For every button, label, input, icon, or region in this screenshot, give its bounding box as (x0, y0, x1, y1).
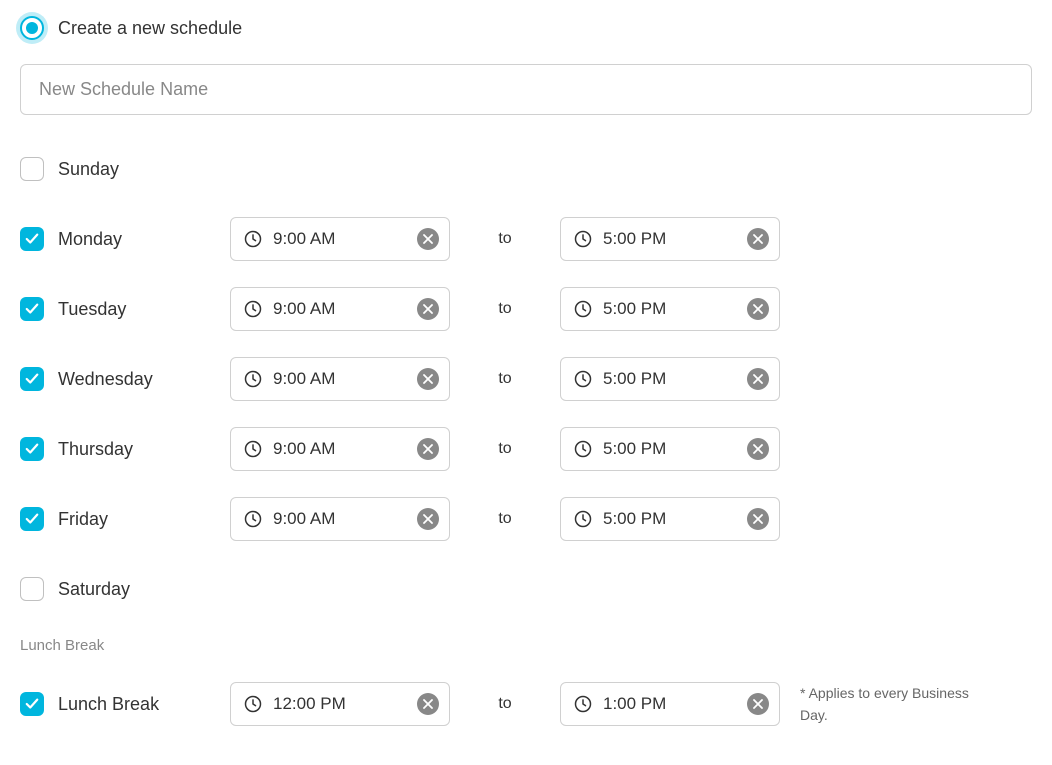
start-time-input-friday[interactable]: 9:00 AM (230, 497, 450, 541)
time-value: 5:00 PM (603, 299, 737, 319)
day-checkbox-sunday[interactable] (20, 157, 44, 181)
day-label: Saturday (58, 579, 130, 600)
lunch-end-time-input[interactable]: 1:00 PM (560, 682, 780, 726)
day-checkbox-saturday[interactable] (20, 577, 44, 601)
day-checkbox-friday[interactable] (20, 507, 44, 531)
day-row: Monday 9:00 AM to 5:00 PM (20, 217, 1032, 261)
day-label: Sunday (58, 159, 119, 180)
close-icon (423, 514, 433, 524)
time-value: 9:00 AM (273, 369, 407, 389)
end-time-input-tuesday[interactable]: 5:00 PM (560, 287, 780, 331)
close-icon (753, 699, 763, 709)
clear-time-button[interactable] (417, 368, 439, 390)
close-icon (753, 374, 763, 384)
time-separator: to (450, 510, 560, 528)
day-row: Wednesday 9:00 AM to 5:00 PM (20, 357, 1032, 401)
time-separator: to (450, 300, 560, 318)
day-checkbox-wednesday[interactable] (20, 367, 44, 391)
create-schedule-label: Create a new schedule (58, 18, 242, 39)
lunch-break-checkbox[interactable] (20, 692, 44, 716)
time-value: 5:00 PM (603, 509, 737, 529)
time-separator: to (450, 230, 560, 248)
clock-icon (243, 369, 263, 389)
close-icon (753, 514, 763, 524)
time-separator: to (450, 695, 560, 713)
day-label: Thursday (58, 439, 133, 460)
clock-icon (573, 229, 593, 249)
close-icon (423, 444, 433, 454)
clock-icon (243, 509, 263, 529)
day-row: Saturday (20, 567, 1032, 611)
clear-time-button[interactable] (747, 368, 769, 390)
start-time-input-tuesday[interactable]: 9:00 AM (230, 287, 450, 331)
close-icon (753, 304, 763, 314)
clock-icon (573, 299, 593, 319)
clear-time-button[interactable] (417, 438, 439, 460)
end-time-input-monday[interactable]: 5:00 PM (560, 217, 780, 261)
clear-time-button[interactable] (747, 298, 769, 320)
clock-icon (573, 439, 593, 459)
time-value: 12:00 PM (273, 694, 407, 714)
lunch-footnote: * Applies to every Business Day. (800, 682, 1000, 727)
day-label: Tuesday (58, 299, 126, 320)
lunch-break-row: Lunch Break 12:00 PM to 1:00 PM * Applie… (20, 682, 1032, 727)
time-value: 5:00 PM (603, 229, 737, 249)
time-value: 9:00 AM (273, 509, 407, 529)
clear-time-button[interactable] (747, 508, 769, 530)
clear-time-button[interactable] (417, 298, 439, 320)
schedule-name-input[interactable] (20, 64, 1032, 115)
lunch-start-time-input[interactable]: 12:00 PM (230, 682, 450, 726)
day-checkbox-tuesday[interactable] (20, 297, 44, 321)
day-checkbox-thursday[interactable] (20, 437, 44, 461)
clock-icon (243, 229, 263, 249)
day-label: Monday (58, 229, 122, 250)
clear-time-button[interactable] (417, 693, 439, 715)
close-icon (753, 234, 763, 244)
time-value: 5:00 PM (603, 369, 737, 389)
time-separator: to (450, 370, 560, 388)
clear-time-button[interactable] (417, 228, 439, 250)
end-time-input-friday[interactable]: 5:00 PM (560, 497, 780, 541)
clear-time-button[interactable] (747, 438, 769, 460)
start-time-input-monday[interactable]: 9:00 AM (230, 217, 450, 261)
day-checkbox-monday[interactable] (20, 227, 44, 251)
start-time-input-wednesday[interactable]: 9:00 AM (230, 357, 450, 401)
day-row: Tuesday 9:00 AM to 5:00 PM (20, 287, 1032, 331)
clock-icon (243, 694, 263, 714)
close-icon (753, 444, 763, 454)
clock-icon (243, 439, 263, 459)
close-icon (423, 374, 433, 384)
close-icon (423, 699, 433, 709)
create-schedule-option[interactable]: Create a new schedule (20, 16, 1032, 40)
close-icon (423, 304, 433, 314)
time-value: 1:00 PM (603, 694, 737, 714)
close-icon (423, 234, 433, 244)
clear-time-button[interactable] (747, 228, 769, 250)
time-value: 9:00 AM (273, 299, 407, 319)
clock-icon (573, 509, 593, 529)
time-separator: to (450, 440, 560, 458)
clock-icon (573, 369, 593, 389)
start-time-input-thursday[interactable]: 9:00 AM (230, 427, 450, 471)
clock-icon (243, 299, 263, 319)
day-row: Thursday 9:00 AM to 5:00 PM (20, 427, 1032, 471)
lunch-break-label: Lunch Break (58, 694, 159, 715)
clear-time-button[interactable] (747, 693, 769, 715)
time-value: 9:00 AM (273, 229, 407, 249)
end-time-input-wednesday[interactable]: 5:00 PM (560, 357, 780, 401)
time-value: 9:00 AM (273, 439, 407, 459)
radio-icon (20, 16, 44, 40)
end-time-input-thursday[interactable]: 5:00 PM (560, 427, 780, 471)
day-row: Sunday (20, 147, 1032, 191)
clock-icon (573, 694, 593, 714)
time-value: 5:00 PM (603, 439, 737, 459)
day-label: Friday (58, 509, 108, 530)
day-row: Friday 9:00 AM to 5:00 PM (20, 497, 1032, 541)
day-label: Wednesday (58, 369, 153, 390)
clear-time-button[interactable] (417, 508, 439, 530)
lunch-break-heading: Lunch Break (20, 637, 1032, 654)
